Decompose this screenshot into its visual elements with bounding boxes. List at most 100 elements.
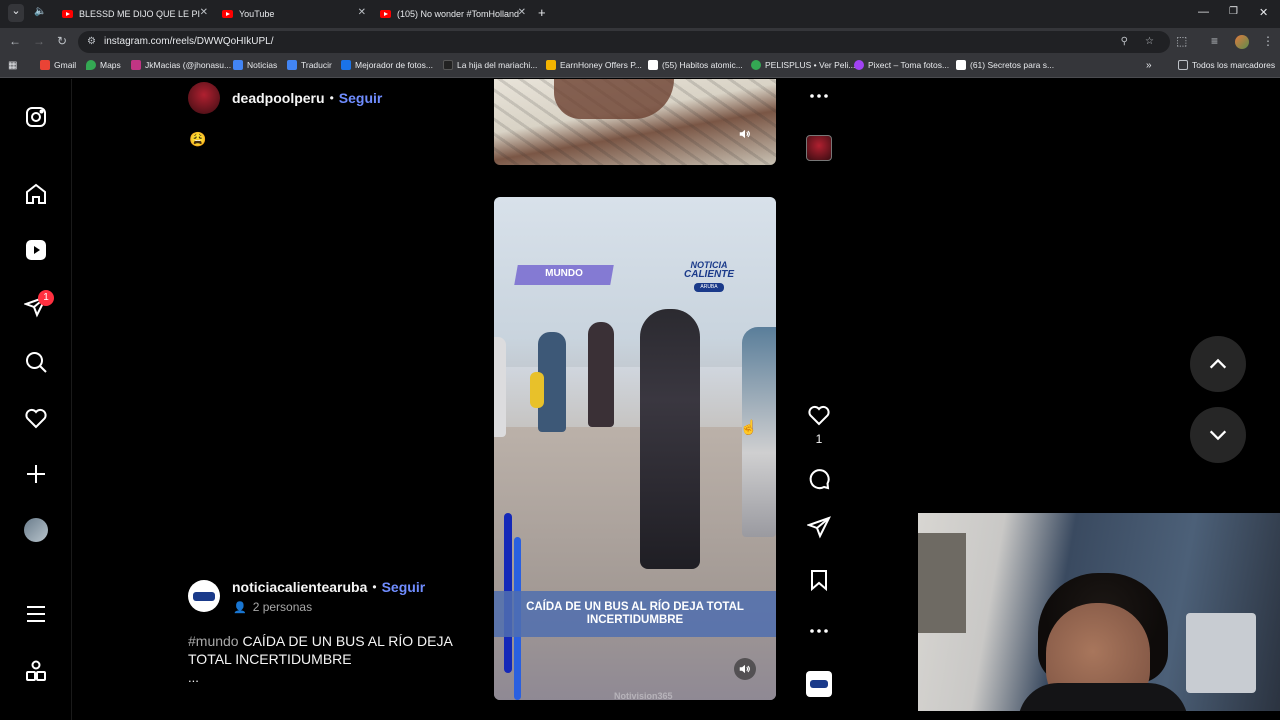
earnhoney-icon xyxy=(546,60,556,70)
person-shirt xyxy=(1018,683,1188,711)
bookmark-earnhoney[interactable]: EarnHoney Offers P... xyxy=(546,60,642,70)
bookmark-gmail[interactable]: Gmail xyxy=(40,60,76,70)
tab-2[interactable]: YouTube ✕ xyxy=(214,3,372,25)
close-tab-icon[interactable]: ✕ xyxy=(200,7,208,18)
bookmark-star-icon[interactable]: ☆ xyxy=(1145,31,1154,53)
reel1-video[interactable] xyxy=(494,79,776,165)
hashtag[interactable]: #mundo xyxy=(188,633,239,649)
extensions-icon[interactable]: ⬚ xyxy=(1176,34,1187,48)
create-icon[interactable] xyxy=(22,460,50,488)
watermark: Notivision365 xyxy=(614,691,673,700)
reel1-audio-thumb[interactable] xyxy=(806,135,832,161)
post1-header: deadpoolperu • Seguir xyxy=(232,90,382,106)
browser-menu-icon[interactable]: ⋮ xyxy=(1262,34,1274,48)
browser-toolbar: ← → ↻ ⚙ instagram.com/reels/DWWQoHIkUPL/… xyxy=(0,28,1280,56)
mouse-cursor-icon: ☝ xyxy=(740,419,758,435)
restore-icon[interactable]: ❐ xyxy=(1229,6,1238,17)
post1-follow-button[interactable]: Seguir xyxy=(339,90,383,106)
tab-1[interactable]: BLESSD ME DIJO QUE LE PI ✕ xyxy=(54,3,214,25)
back-icon[interactable]: ← xyxy=(9,34,21,48)
share-icon[interactable] xyxy=(806,514,832,540)
profile-avatar[interactable] xyxy=(22,516,50,544)
close-tab-icon[interactable]: ✕ xyxy=(518,7,526,18)
close-tab-icon[interactable]: ✕ xyxy=(358,7,366,18)
site-info-icon[interactable]: ⚙ xyxy=(87,31,96,53)
bookmark-secretos[interactable]: (61) Secretos para s... xyxy=(956,60,1054,70)
media-control-icon[interactable]: ≡ xyxy=(1211,34,1218,48)
reel2-floor xyxy=(494,427,776,700)
post2-follow-button[interactable]: Seguir xyxy=(382,579,426,595)
more-caption-link[interactable]: ... xyxy=(188,670,199,685)
child-figure xyxy=(530,372,544,408)
bookmark-mariachi[interactable]: La hija del mariachi... xyxy=(443,60,537,70)
all-bookmarks[interactable]: Todos los marcadores xyxy=(1178,60,1275,70)
site-icon xyxy=(443,60,453,70)
new-tab-icon[interactable]: + xyxy=(538,5,546,20)
bookmarks-bar: ▦ Gmail Maps JkMacias (@jhonasu... Notic… xyxy=(0,56,1280,78)
bookmark-maps[interactable]: Maps xyxy=(86,60,121,70)
comment-icon[interactable] xyxy=(806,466,832,492)
audio-logo-icon xyxy=(810,680,828,688)
bookmark-mejorador[interactable]: Mejorador de fotos... xyxy=(341,60,433,70)
collab-info[interactable]: 👤 2 personas xyxy=(233,600,312,614)
bookmark-traducir[interactable]: Traducir xyxy=(287,60,332,70)
save-icon[interactable] xyxy=(806,567,832,593)
instagram-logo-icon[interactable] xyxy=(22,103,50,131)
news-icon xyxy=(233,60,243,70)
separator-dot: • xyxy=(372,580,377,594)
bookmark-pelisplus[interactable]: PELISPLUS • Ver Peli... xyxy=(751,60,855,70)
bookmark-noticias[interactable]: Noticias xyxy=(233,60,277,70)
apps-icon[interactable] xyxy=(22,657,50,685)
search-icon[interactable] xyxy=(22,348,50,376)
site-icon xyxy=(956,60,966,70)
home-icon[interactable] xyxy=(22,180,50,208)
noticia-avatar-logo-icon xyxy=(193,591,215,601)
person-figure xyxy=(588,322,614,427)
category-tag: MUNDO xyxy=(545,268,583,279)
webcam-object xyxy=(918,533,966,633)
youtube-icon xyxy=(222,10,233,18)
instagram-icon xyxy=(131,60,141,70)
mute-icon[interactable] xyxy=(734,123,756,145)
bookmark-pixect[interactable]: Pixect – Toma fotos... xyxy=(854,60,949,70)
audio-icon[interactable]: 🔈 xyxy=(34,6,46,17)
gmail-icon xyxy=(40,60,50,70)
noticia-caliente-logo: NOTICIA CALIENTE ARUBA xyxy=(674,261,744,292)
minimize-icon[interactable]: — xyxy=(1198,6,1209,18)
reel2-video[interactable]: MUNDO NOTICIA CALIENTE ARUBA CAÍDA DE UN… xyxy=(494,197,776,700)
reel2-more-icon[interactable] xyxy=(806,618,832,644)
reel2-audio-thumb[interactable] xyxy=(806,671,832,697)
mute-icon[interactable] xyxy=(734,658,756,680)
url-text: instagram.com/reels/DWWQoHIkUPL/ xyxy=(104,36,274,47)
tab-3[interactable]: (105) No wonder #TomHolland ✕ xyxy=(372,3,532,25)
instagram-page: 1 deadpoolperu • Seguir 😩 MUNDO NOTICIA … xyxy=(0,79,1280,720)
post2-username[interactable]: noticiacalientearuba xyxy=(232,579,367,595)
like-icon[interactable] xyxy=(806,402,832,428)
more-bookmarks-icon[interactable]: » xyxy=(1146,60,1152,71)
youtube-icon xyxy=(62,10,73,18)
profile-avatar[interactable] xyxy=(1235,35,1249,49)
more-menu-icon[interactable] xyxy=(22,600,50,628)
zoom-icon[interactable]: ⚲ xyxy=(1121,31,1128,53)
enhancer-icon xyxy=(341,60,351,70)
previous-reel-button[interactable] xyxy=(1190,336,1246,392)
person-figure xyxy=(640,309,700,569)
forward-icon[interactable]: → xyxy=(33,34,45,48)
bookmark-habitos[interactable]: (55) Habitos atomic... xyxy=(648,60,743,70)
reload-icon[interactable]: ↻ xyxy=(57,34,67,48)
address-bar[interactable]: ⚙ instagram.com/reels/DWWQoHIkUPL/ ⚲ ☆ xyxy=(78,31,1170,53)
reel1-more-icon[interactable] xyxy=(806,83,832,109)
bookmark-instagram[interactable]: JkMacias (@jhonasu... xyxy=(131,60,231,70)
notifications-icon[interactable] xyxy=(22,404,50,432)
window-close-icon[interactable]: ✕ xyxy=(1259,6,1268,19)
webcam-overlay xyxy=(918,513,1280,711)
sidebar: 1 xyxy=(0,79,72,720)
post1-avatar[interactable] xyxy=(188,82,220,114)
next-reel-button[interactable] xyxy=(1190,407,1246,463)
tab-title: YouTube xyxy=(239,9,275,19)
post1-username[interactable]: deadpoolperu xyxy=(232,90,325,106)
tab-search-icon[interactable]: ⌄ xyxy=(8,4,24,22)
apps-grid-icon[interactable]: ▦ xyxy=(8,60,17,71)
reels-icon[interactable] xyxy=(22,236,50,264)
post2-avatar[interactable] xyxy=(188,580,220,612)
